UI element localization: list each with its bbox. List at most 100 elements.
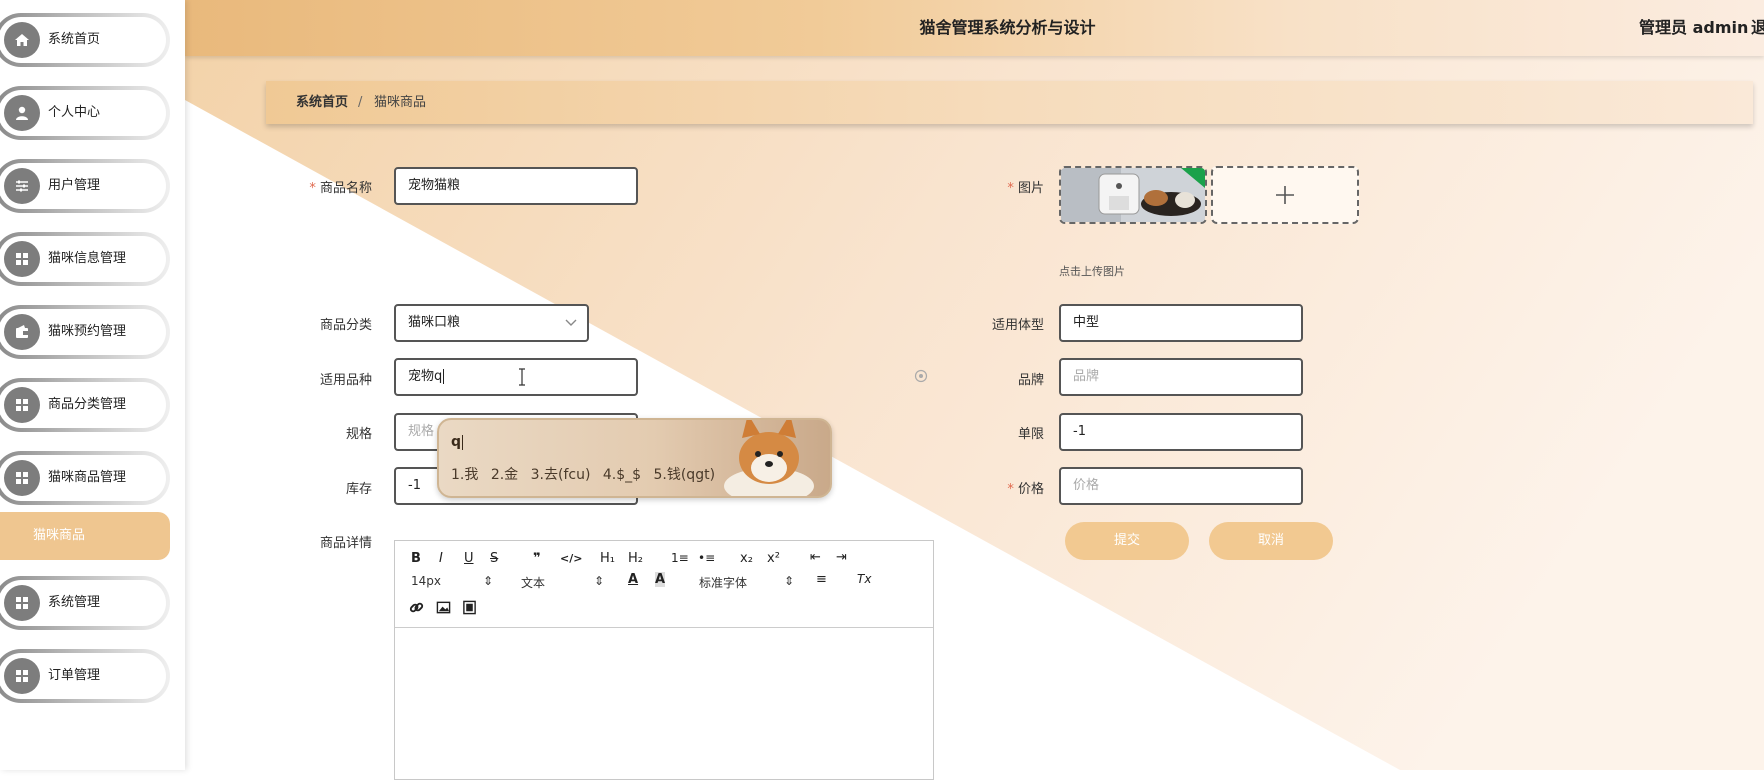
grid-icon <box>4 460 40 496</box>
category-label: 商品分类 <box>319 318 372 333</box>
product-name-input[interactable]: 宠物猫粮 <box>394 167 638 205</box>
plus-icon <box>1276 186 1294 204</box>
sidebar-item-label: 猫咪信息管理 <box>48 251 127 266</box>
admin-name: 管理员 admin <box>1639 18 1749 37</box>
underline-button[interactable]: U <box>464 551 474 566</box>
sidebar: 系统首页 个人中心 用户管理 猫咪信息管理 猫咪预约管理 商品分类管理 猫咪商品… <box>0 0 185 770</box>
category-select[interactable]: 猫咪口粮 <box>394 304 589 342</box>
top-header: 猫舍管理系统分析与设计 管理员 admin 退 <box>185 0 1764 56</box>
clear-format-button[interactable]: Tx <box>857 572 871 586</box>
limit-input[interactable]: -1 <box>1059 413 1303 451</box>
blockquote-button[interactable]: ❞ <box>533 551 541 566</box>
cancel-button[interactable]: 取消 <box>1209 522 1333 560</box>
sidebar-item-label: 订单管理 <box>48 668 101 683</box>
sidebar-item-label: 猫咪预约管理 <box>48 324 127 339</box>
limit-label: 单限 <box>1017 427 1044 442</box>
ime-candidate[interactable]: 4.$_$ <box>603 467 641 483</box>
align-button[interactable]: ≡ <box>816 572 827 587</box>
sidebar-subitem-cat-goods[interactable]: 猫咪商品 <box>0 512 170 560</box>
outdent-button[interactable]: ⇤ <box>810 550 821 565</box>
subscript-button[interactable]: x₂ <box>740 551 753 566</box>
sidebar-item-cat-goods[interactable]: 猫咪商品管理 <box>0 451 170 505</box>
stock-label: 库存 <box>345 482 372 497</box>
ime-candidate[interactable]: 5.钱(qgt) <box>653 467 715 483</box>
chevron-updown-icon: ⇕ <box>594 574 605 588</box>
sidebar-subitem-label: 猫咪商品 <box>33 528 86 543</box>
font-size-select[interactable]: 14px <box>411 574 441 588</box>
grid-icon <box>4 585 40 621</box>
ime-candidate[interactable]: 3.去(fcu) <box>531 467 591 483</box>
product-photo <box>1061 168 1205 222</box>
grid-icon <box>4 241 40 277</box>
breadcrumb-home[interactable]: 系统首页 <box>296 81 348 124</box>
sidebar-item-label: 系统管理 <box>48 595 101 610</box>
breadcrumb: 系统首页 / 猫咪商品 <box>266 81 1753 124</box>
sidebar-item-orders[interactable]: 订单管理 <box>0 649 170 703</box>
sidebar-item-cat-info[interactable]: 猫咪信息管理 <box>0 232 170 286</box>
app-title: 猫舍管理系统分析与设计 <box>919 18 1096 37</box>
text-cursor-icon <box>519 368 525 386</box>
bullet-list-button[interactable]: •≡ <box>698 551 715 565</box>
logout-link[interactable]: 退 <box>1751 0 1764 56</box>
chevron-updown-icon: ⇕ <box>784 574 795 588</box>
breed-input[interactable]: 宠物q <box>394 358 638 396</box>
rich-text-editor: B I U S ❞ </> H₁ H₂ 1≡ •≡ x₂ x² ⇤ ⇥ 14px… <box>394 540 934 780</box>
sidebar-item-users[interactable]: 用户管理 <box>0 159 170 213</box>
superscript-button[interactable]: x² <box>767 551 780 566</box>
strike-button[interactable]: S <box>490 551 498 566</box>
price-label: * 价格 <box>1007 482 1044 497</box>
ime-candidate[interactable]: 1.我 <box>451 467 478 483</box>
sidebar-item-label: 系统首页 <box>48 32 101 47</box>
grid-icon <box>4 658 40 694</box>
sidebar-item-label: 用户管理 <box>48 178 101 193</box>
ordered-list-button[interactable]: 1≡ <box>671 551 689 565</box>
italic-button[interactable]: I <box>439 551 443 566</box>
indent-button[interactable]: ⇥ <box>836 550 847 565</box>
sidebar-item-cat-booking[interactable]: 猫咪预约管理 <box>0 305 170 359</box>
spec-label: 规格 <box>345 427 372 442</box>
grid-icon <box>4 387 40 423</box>
home-icon <box>4 22 40 58</box>
chevron-updown-icon: ⇕ <box>483 574 494 588</box>
bold-button[interactable]: B <box>411 551 421 566</box>
sidebar-item-category-mgmt[interactable]: 商品分类管理 <box>0 378 170 432</box>
brand-label: 品牌 <box>1017 373 1044 388</box>
upload-hint: 点击上传图片 <box>1059 265 1125 278</box>
clear-icon[interactable] <box>914 369 928 383</box>
submit-button[interactable]: 提交 <box>1065 522 1189 560</box>
image-icon[interactable] <box>436 600 451 615</box>
uploaded-image-thumbnail[interactable] <box>1059 166 1207 224</box>
sidebar-item-system[interactable]: 系统管理 <box>0 576 170 630</box>
breadcrumb-current: 猫咪商品 <box>374 95 427 110</box>
body-type-input[interactable]: 中型 <box>1059 304 1303 342</box>
background-color-icon[interactable]: A <box>655 572 666 587</box>
ime-candidate-window: q 1.我 2.金 3.去(fcu) 4.$_$ 5.钱(qgt) <box>437 418 832 498</box>
product-name-label: * 商品名称 <box>309 181 372 196</box>
text-color-icon[interactable]: A <box>628 572 638 587</box>
brand-input[interactable]: 品牌 <box>1059 358 1303 396</box>
sliders-icon <box>4 168 40 204</box>
sidebar-item-home[interactable]: 系统首页 <box>0 13 170 67</box>
sidebar-item-label: 个人中心 <box>48 105 101 120</box>
breed-label: 适用品种 <box>319 373 372 388</box>
chevron-down-icon <box>565 319 577 326</box>
block-type-select[interactable]: 文本 <box>521 574 545 591</box>
sidebar-item-label: 猫咪商品管理 <box>48 470 127 485</box>
video-icon[interactable] <box>462 600 477 615</box>
upload-add-button[interactable] <box>1211 166 1359 224</box>
ime-candidates: 1.我 2.金 3.去(fcu) 4.$_$ 5.钱(qgt) <box>451 464 723 484</box>
heading1-button[interactable]: H₁ <box>600 551 615 566</box>
font-family-select[interactable]: 标准字体 <box>699 574 747 591</box>
editor-toolbar: B I U S ❞ </> H₁ H₂ 1≡ •≡ x₂ x² ⇤ ⇥ 14px… <box>395 541 933 628</box>
image-label: * 图片 <box>1007 181 1044 196</box>
link-icon[interactable] <box>409 600 424 615</box>
wallet-icon <box>4 314 40 350</box>
code-block-button[interactable]: </> <box>560 552 582 565</box>
ime-candidate[interactable]: 2.金 <box>491 467 518 483</box>
sidebar-item-profile[interactable]: 个人中心 <box>0 86 170 140</box>
detail-label: 商品详情 <box>319 536 372 551</box>
body-type-label: 适用体型 <box>991 318 1044 333</box>
heading2-button[interactable]: H₂ <box>628 551 643 566</box>
price-input[interactable]: 价格 <box>1059 467 1303 505</box>
breadcrumb-separator: / <box>358 95 363 110</box>
